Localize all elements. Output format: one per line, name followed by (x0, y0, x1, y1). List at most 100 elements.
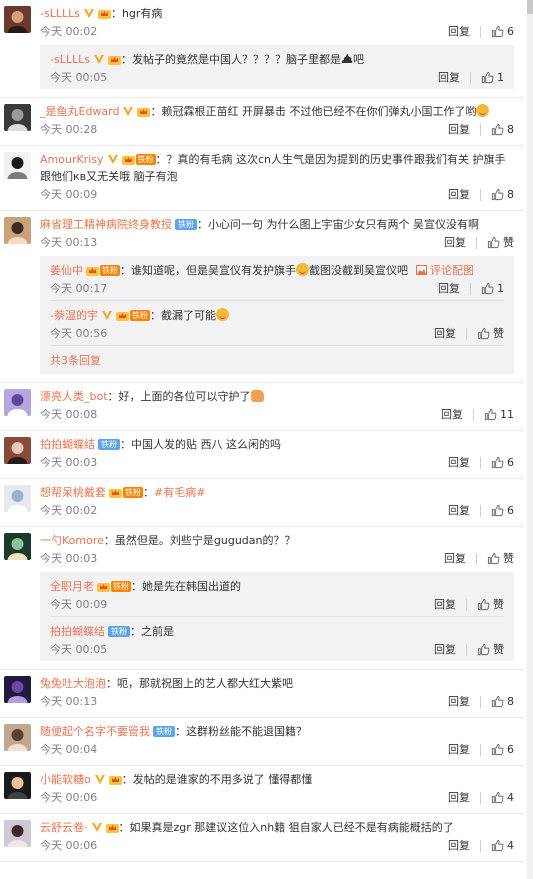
reply-button[interactable]: 回复 (444, 549, 466, 568)
like-button[interactable]: 赞 (477, 640, 504, 659)
reply-button[interactable]: 回复 (441, 405, 463, 424)
divider (480, 791, 481, 804)
reply-button[interactable]: 回复 (434, 595, 456, 614)
reply-button[interactable]: 回复 (448, 453, 470, 472)
comment-text-line: 拍拍蝴蝶结 铁粉 ：中国人发的贴 西八 这么闲的吗 (40, 436, 514, 453)
avatar[interactable] (4, 676, 31, 703)
username-link[interactable]: -sLLLLs (40, 7, 80, 20)
username-link[interactable]: -sLLLLs (50, 53, 90, 66)
like-button[interactable]: 6 (491, 501, 514, 520)
like-button[interactable]: 6 (491, 22, 514, 41)
reply-button[interactable]: 回复 (438, 68, 460, 87)
timestamp: 今天 00:02 (40, 504, 98, 517)
colon-separator: ： (120, 438, 131, 451)
comment-actions: 回复 赞 (434, 640, 504, 659)
avatar[interactable] (4, 152, 31, 179)
reply-button[interactable]: 回复 (448, 501, 470, 520)
fist-emoji-icon (250, 390, 264, 402)
username-link[interactable]: 小能软糖o (40, 773, 91, 786)
reply-button[interactable]: 回复 (448, 740, 470, 759)
like-button[interactable]: 6 (491, 740, 514, 759)
reply-button[interactable]: 回复 (434, 324, 456, 343)
comment-item: 麻省理工精神病院终身教授 铁粉 ：小心问一句 为什么图上宇宙少女只有两个 吴宣仪没有… (0, 211, 524, 383)
like-button[interactable]: 8 (491, 120, 514, 139)
avatar[interactable] (4, 437, 31, 464)
like-button[interactable]: 8 (491, 692, 514, 711)
like-button[interactable]: 4 (491, 836, 514, 855)
member-crown-icon (105, 824, 119, 833)
timestamp: 今天 00:17 (50, 282, 108, 295)
avatar[interactable] (4, 389, 31, 416)
username-link[interactable]: 一勺Komore (40, 534, 104, 547)
thumbs-up-icon (491, 188, 504, 201)
reply-button[interactable]: 回复 (434, 640, 456, 659)
avatar[interactable] (4, 724, 31, 751)
comment-text: 发帖子的竟然是中国人？？？？脑子里都是 (131, 53, 341, 66)
avatar[interactable] (4, 104, 31, 131)
like-count: 6 (507, 743, 514, 756)
divider (480, 123, 481, 136)
reply-button[interactable]: 回复 (448, 120, 470, 139)
more-replies-link[interactable]: 共3条回复 (50, 346, 504, 374)
comment-item: 云舒云卷· ：如果真是zgr 那建议这位入nh籍 狙自家人已经不是有病能概括的了今… (0, 814, 524, 862)
username-link[interactable]: -萘湿的宇 (50, 309, 98, 322)
like-button[interactable]: 赞 (477, 324, 504, 343)
comment-meta: 今天 00:56 回复 赞 (50, 324, 504, 343)
like-button[interactable]: 6 (491, 453, 514, 472)
comment-meta: 今天 00:05 回复 赞 (50, 640, 504, 659)
reply-button[interactable]: 回复 (448, 788, 470, 807)
like-button[interactable]: 8 (491, 185, 514, 204)
reply-button[interactable]: 回复 (448, 185, 470, 204)
reply-button[interactable]: 回复 (448, 692, 470, 711)
reply-item: -萘湿的宇 铁粉 ：截漏了可能 今天 00:56 回复 赞 (50, 301, 504, 346)
like-button[interactable]: 赞 (487, 549, 514, 568)
username-link[interactable]: 漂亮人类_bot (40, 390, 108, 403)
comment-text-suffix: 吧 (352, 53, 364, 66)
comment-image-label: 评论配图 (430, 264, 474, 277)
avatar[interactable] (4, 772, 31, 799)
comment-meta: 今天 00:03 回复 6 (40, 453, 514, 472)
reply-list: 全职月老 铁粉 ：她是先在韩国出道的 今天 00:09 回复赞拍拍蝴蝶结 铁粉 ：之前是 今天… (40, 572, 514, 661)
avatar[interactable] (4, 820, 31, 847)
reply-button[interactable]: 回复 (438, 279, 460, 298)
comment-meta: 今天 00:05 回复 1 (50, 68, 504, 87)
username-link[interactable]: AmourKrisy (40, 153, 104, 166)
reply-item: 全职月老 铁粉 ：她是先在韩国出道的 今天 00:09 回复 赞 (50, 572, 504, 617)
like-button[interactable]: 4 (491, 788, 514, 807)
comment-item: 拍拍蝴蝶结 铁粉 ：中国人发的贴 西八 这么闲的吗 今天 00:03 回复 6 (0, 431, 524, 479)
like-button[interactable]: 1 (481, 279, 504, 298)
username-link[interactable]: 想帮呆桃戴套 (40, 486, 106, 499)
username-link[interactable]: 麻省理工精神病院终身教授 (40, 218, 172, 231)
like-button[interactable]: 11 (484, 405, 514, 424)
comment-image-link[interactable]: 评论配图 (416, 264, 474, 277)
username-link[interactable]: 全职月老 (50, 580, 94, 593)
topic-link[interactable]: #有毛病# (154, 486, 205, 499)
username-link[interactable]: 云舒云卷· (40, 821, 88, 834)
avatar[interactable] (4, 217, 31, 244)
fan-badge: 铁粉 (111, 581, 131, 592)
avatar[interactable] (4, 533, 31, 560)
reply-button[interactable]: 回复 (448, 22, 470, 41)
avatar[interactable] (4, 6, 31, 33)
username-link[interactable]: _是鱼丸Edward (40, 105, 119, 118)
like-button[interactable]: 赞 (487, 233, 514, 252)
comment-meta: 今天 00:17 回复 1 (50, 279, 504, 298)
reply-button[interactable]: 回复 (444, 233, 466, 252)
username-link[interactable]: 姜仙中 (50, 264, 83, 277)
username-link[interactable]: 随便起个名字不要管我 (40, 725, 150, 738)
colon-separator: ： (110, 7, 122, 20)
comment-text-line: _是鱼丸Edward ：赖冠霖根正苗红 开屏暴击 不过他已经不在你们弹丸小国工作了… (40, 103, 514, 120)
like-button[interactable]: 赞 (477, 595, 504, 614)
scrollbar[interactable] (527, 0, 533, 879)
like-button[interactable]: 1 (481, 68, 504, 87)
username-link[interactable]: 拍拍蝴蝶结 (50, 625, 105, 638)
comment-text-suffix: 截图没截到吴宣仪吧 (309, 264, 408, 277)
scrollbar-thumb[interactable] (527, 0, 533, 14)
member-crown-icon (97, 10, 111, 19)
comment-text-line: -sLLLLs ：hgr有病 (40, 5, 514, 22)
username-link[interactable]: 拍拍蝴蝶结 (40, 438, 95, 451)
reply-button[interactable]: 回复 (448, 836, 470, 855)
avatar[interactable] (4, 485, 31, 512)
timestamp: 今天 00:09 (40, 188, 98, 201)
username-link[interactable]: 兔兔吐大泡泡 (40, 677, 106, 690)
